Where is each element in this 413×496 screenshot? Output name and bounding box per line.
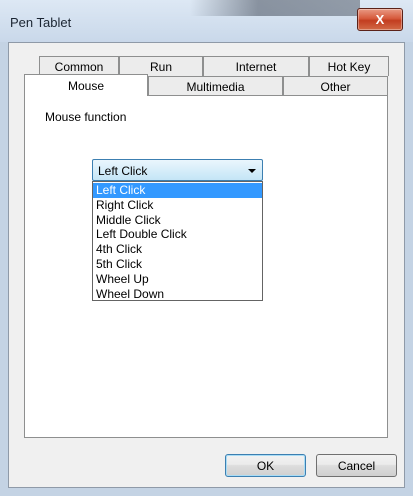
- tab-run[interactable]: Run: [119, 56, 203, 76]
- pen-tablet-window: Pen Tablet X Common Run Internet Hot Key…: [0, 0, 413, 496]
- dropdown-option-4th-click[interactable]: 4th Click: [93, 242, 262, 257]
- dropdown-option-5th-click[interactable]: 5th Click: [93, 257, 262, 272]
- mouse-function-combobox[interactable]: Left Click: [92, 159, 263, 181]
- dropdown-option-middle-click[interactable]: Middle Click: [93, 213, 262, 228]
- dropdown-option-left-click[interactable]: Left Click: [93, 183, 262, 198]
- dropdown-option-left-double-click[interactable]: Left Double Click: [93, 227, 262, 242]
- mouse-function-label: Mouse function: [45, 110, 127, 124]
- tab-internet[interactable]: Internet: [203, 56, 309, 76]
- tab-hot-key[interactable]: Hot Key: [309, 56, 389, 76]
- tab-mouse[interactable]: Mouse: [24, 74, 148, 96]
- cancel-button[interactable]: Cancel: [316, 454, 397, 477]
- tab-multimedia[interactable]: Multimedia: [148, 76, 283, 96]
- tab-other[interactable]: Other: [283, 76, 388, 96]
- tab-label: Internet: [235, 59, 277, 74]
- ok-button[interactable]: OK: [225, 454, 306, 477]
- tab-label: Multimedia: [186, 79, 245, 94]
- dropdown-option-wheel-down[interactable]: Wheel Down: [93, 287, 262, 302]
- tab-label: Common: [54, 59, 104, 74]
- title-bar-shade: [190, 0, 360, 16]
- window-title: Pen Tablet: [10, 15, 72, 30]
- tab-label: Mouse: [67, 78, 105, 93]
- close-icon: X: [375, 12, 385, 27]
- dropdown-option-wheel-up[interactable]: Wheel Up: [93, 272, 262, 287]
- chevron-down-icon[interactable]: [248, 169, 256, 173]
- mouse-function-dropdown-list: Left Click Right Click Middle Click Left…: [92, 181, 263, 301]
- close-button[interactable]: X: [357, 8, 403, 31]
- combobox-value: Left Click: [98, 164, 148, 178]
- dropdown-option-right-click[interactable]: Right Click: [93, 198, 262, 213]
- title-bar[interactable]: Pen Tablet X: [0, 0, 413, 42]
- cancel-button-label: Cancel: [337, 458, 376, 473]
- tab-label: Other: [320, 79, 351, 94]
- ok-button-label: OK: [256, 458, 275, 473]
- tab-common[interactable]: Common: [39, 56, 119, 76]
- tab-label: Hot Key: [327, 59, 371, 74]
- tab-label: Run: [149, 59, 172, 74]
